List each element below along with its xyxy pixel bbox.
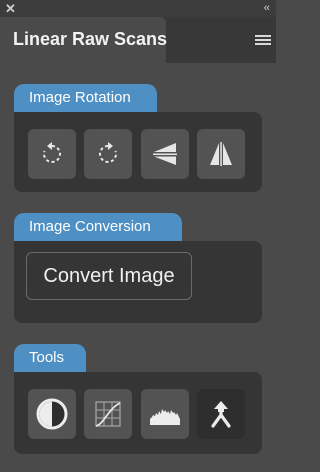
merge-arrows-button[interactable] xyxy=(197,389,245,439)
curves-icon xyxy=(95,401,121,427)
rotate-clockwise-button[interactable] xyxy=(84,129,132,179)
close-icon[interactable]: ✕ xyxy=(5,1,16,16)
contrast-icon xyxy=(36,398,68,430)
panel-title: Linear Raw Scans xyxy=(13,29,168,49)
title-bar: ✕ ‹‹ xyxy=(0,0,276,17)
curves-button[interactable] xyxy=(84,389,132,439)
histogram-icon xyxy=(150,409,180,425)
image-conversion-section: Convert Image xyxy=(14,241,262,323)
flip-horizontal-button[interactable] xyxy=(197,129,245,179)
flip-vertical-icon xyxy=(153,143,177,165)
rotate-counterclockwise-button[interactable] xyxy=(28,129,76,179)
tools-section xyxy=(14,372,262,454)
histogram-button[interactable] xyxy=(141,389,189,439)
rotate-counterclockwise-icon xyxy=(43,142,61,163)
section-tab-tools: Tools xyxy=(14,344,86,372)
merge-arrows-icon xyxy=(211,401,231,428)
contrast-button[interactable] xyxy=(28,389,76,439)
convert-image-button[interactable]: Convert Image xyxy=(26,252,192,300)
rotate-clockwise-icon xyxy=(99,142,117,163)
section-tab-image-rotation: Image Rotation xyxy=(14,84,157,112)
flip-vertical-button[interactable] xyxy=(141,129,189,179)
collapse-panel-icon[interactable]: ‹‹ xyxy=(264,1,270,16)
panel-tab-bar: Linear Raw Scans xyxy=(0,17,276,63)
section-tab-image-conversion: Image Conversion xyxy=(14,213,182,241)
image-rotation-section xyxy=(14,112,262,192)
panel-menu-icon[interactable] xyxy=(255,35,271,47)
panel-tab[interactable]: Linear Raw Scans xyxy=(0,17,168,63)
flip-horizontal-icon xyxy=(210,142,232,166)
